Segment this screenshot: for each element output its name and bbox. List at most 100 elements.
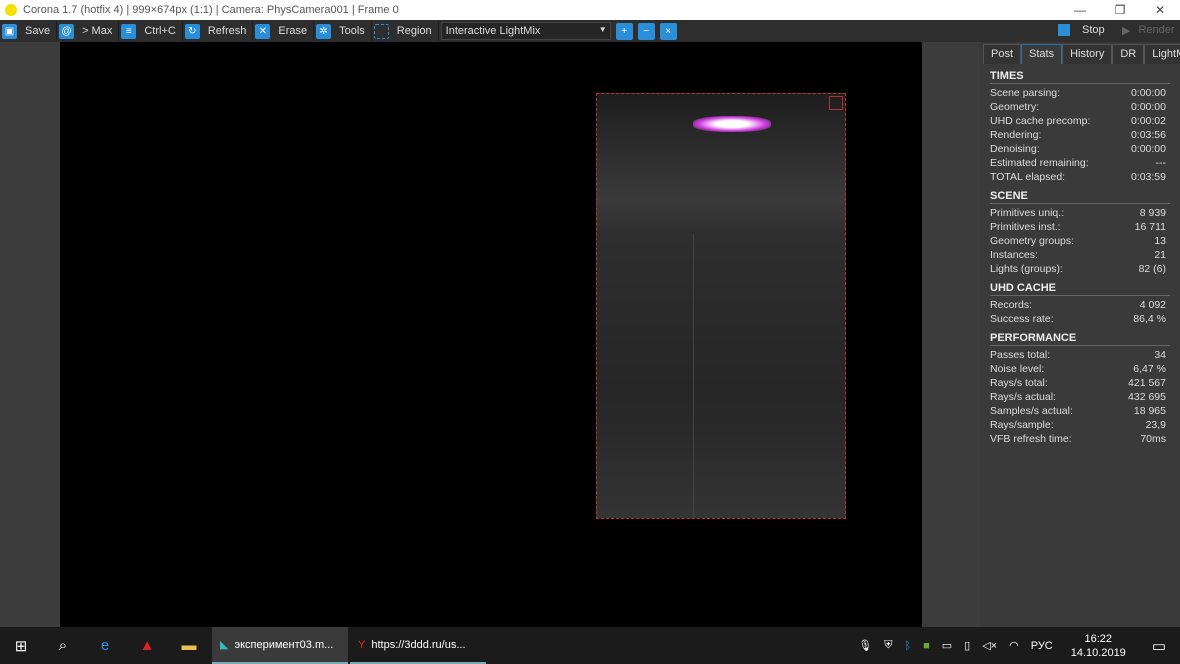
close-button[interactable]: ✕ — [1140, 0, 1180, 20]
stat-row: Rays/s actual: 432 695 — [990, 390, 1166, 404]
tab-lightmix[interactable]: LightMix — [1144, 44, 1180, 64]
zoom-out-icon[interactable]: − — [637, 22, 655, 40]
stat-value: 0:00:00 — [1130, 143, 1166, 155]
stat-row: Primitives uniq.: 8 939 — [990, 206, 1166, 220]
wall-corner-edge — [693, 234, 694, 519]
stat-value: 8 939 — [1139, 207, 1166, 219]
stat-label: Scene parsing: — [990, 87, 1061, 99]
section-uhd: UHD CACHE — [990, 282, 1170, 296]
microphone-icon[interactable]: 🎙 — [858, 639, 872, 652]
clipboard-icon: ≡ — [121, 23, 137, 39]
taskbar-browser[interactable]: Yhttps://3ddd.ru/us... — [350, 627, 486, 664]
tab-history[interactable]: History — [1062, 44, 1113, 64]
erase-label: Erase — [278, 25, 308, 37]
stat-row: Noise level: 6,47 % — [990, 362, 1166, 376]
display-mode-select[interactable]: Interactive LightMix ▼ — [440, 22, 611, 40]
render-label: Render — [1138, 24, 1175, 36]
tab-post[interactable]: Post — [983, 44, 1022, 64]
tools-button[interactable]: ✲ Tools — [314, 21, 372, 41]
3dsmax-icon: ◣ — [220, 639, 229, 651]
stop-label: Stop — [1082, 24, 1105, 36]
stat-row: Records: 4 092 — [990, 298, 1166, 312]
render-button[interactable]: ▶ Render — [1118, 20, 1180, 40]
stat-label: Primitives inst.: — [990, 221, 1061, 233]
clock[interactable]: 16:22 14.10.2019 — [1065, 632, 1132, 660]
refresh-button[interactable]: ↻ Refresh — [183, 21, 254, 41]
task-label: https://3ddd.ru/us... — [371, 638, 466, 651]
region-icon — [373, 23, 389, 39]
erase-button[interactable]: ✕ Erase — [253, 21, 315, 41]
stat-label: Denoising: — [990, 143, 1040, 155]
tab-stats[interactable]: Stats — [1021, 44, 1063, 64]
section-scene: SCENE — [990, 190, 1170, 204]
search-icon[interactable]: ⌕ — [42, 627, 84, 664]
stat-label: Lights (groups): — [990, 263, 1063, 275]
stat-label: Estimated remaining: — [990, 157, 1089, 169]
region-button[interactable]: Region — [372, 21, 439, 41]
task-label: эксперимент03.m... — [234, 638, 334, 651]
stat-row: Denoising: 0:00:00 — [990, 142, 1166, 156]
render-region[interactable] — [596, 93, 846, 519]
stat-value: 6,47 % — [1133, 363, 1166, 375]
language-indicator[interactable]: РУС — [1031, 640, 1053, 652]
autocad-icon[interactable]: ▲ — [126, 627, 168, 664]
system-tray: 🎙 ⛨ ᛒ ■ ▭ ▯ ◁× ◠ РУС 16:22 14.10.2019 ▭ — [852, 627, 1180, 664]
yandex-icon: Y — [358, 638, 366, 651]
stats-list: TIMES Scene parsing: 0:00:00 Geometry: 0:00:… — [980, 70, 1180, 446]
stat-value: 4 092 — [1139, 299, 1166, 311]
zoom-fit-icon[interactable]: × — [659, 22, 677, 40]
render-viewport[interactable] — [0, 42, 980, 627]
restore-button[interactable]: ❐ — [1100, 0, 1140, 20]
minimize-button[interactable]: — — [1060, 0, 1100, 20]
copy-button[interactable]: ≡ Ctrl+C — [119, 21, 183, 41]
notifications-icon[interactable]: ▭ — [1152, 637, 1166, 655]
stat-row: Geometry: 0:00:00 — [990, 100, 1166, 114]
stat-row: Rays/sample: 23,9 — [990, 418, 1166, 432]
play-icon: ▶ — [1122, 24, 1131, 37]
date: 14.10.2019 — [1070, 646, 1126, 659]
volume-muted-icon[interactable]: ◁× — [982, 639, 997, 652]
zoom-in-icon[interactable]: + — [615, 22, 633, 40]
stat-value: 16 711 — [1134, 221, 1166, 233]
stat-row: Estimated remaining: --- — [990, 156, 1166, 170]
region-label: Region — [396, 25, 432, 37]
stat-label: Primitives uniq.: — [990, 207, 1065, 219]
save-button[interactable]: ▣ Save — [0, 21, 58, 41]
stat-value: 82 (6) — [1138, 263, 1166, 275]
render-canvas[interactable] — [60, 42, 922, 627]
stat-label: Success rate: — [990, 313, 1054, 325]
stop-button[interactable]: Stop — [1054, 20, 1114, 40]
battery-icon[interactable]: ▯ — [964, 639, 970, 652]
stat-row: Lights (groups): 82 (6) — [990, 262, 1166, 276]
stat-value: 23,9 — [1145, 419, 1166, 431]
taskbar-3dsmax[interactable]: ◣ эксперимент03.m... — [212, 627, 348, 664]
bluetooth-icon[interactable]: ᛒ — [904, 640, 911, 652]
stat-value: 0:03:56 — [1130, 129, 1166, 141]
stat-row: Samples/s actual: 18 965 — [990, 404, 1166, 418]
display-icon[interactable]: ▭ — [942, 639, 952, 652]
nvidia-icon[interactable]: ■ — [923, 640, 930, 652]
stat-value: 432 695 — [1128, 391, 1166, 403]
stat-value: 0:03:59 — [1130, 171, 1166, 183]
tab-dr[interactable]: DR — [1112, 44, 1145, 64]
refresh-label: Refresh — [207, 25, 247, 37]
stat-label: VFB refresh time: — [990, 433, 1072, 445]
stop-icon — [1058, 24, 1070, 36]
edge-browser-icon[interactable]: e — [84, 627, 126, 664]
stat-row: VFB refresh time: 70ms — [990, 432, 1166, 446]
section-perf: PERFORMANCE — [990, 332, 1170, 346]
windows-start-icon[interactable]: ⊞ — [0, 627, 42, 664]
wifi-icon[interactable]: ◠ — [1009, 639, 1019, 652]
corona-logo-icon — [5, 4, 17, 16]
stat-value: 13 — [1154, 235, 1166, 247]
stat-row: Rays/s total: 421 567 — [990, 376, 1166, 390]
max-button[interactable]: @ > Max — [57, 21, 120, 41]
stat-label: Passes total: — [990, 349, 1051, 361]
file-explorer-icon[interactable]: ▬ — [168, 627, 210, 664]
stat-label: Rendering: — [990, 129, 1042, 141]
stat-row: Rendering: 0:03:56 — [990, 128, 1166, 142]
security-icon[interactable]: ⛨ — [884, 639, 892, 652]
stat-value: 86,4 % — [1133, 313, 1166, 325]
panel-tabs: Post Stats History DR LightMix — [980, 44, 1180, 64]
region-handle[interactable] — [829, 96, 843, 110]
